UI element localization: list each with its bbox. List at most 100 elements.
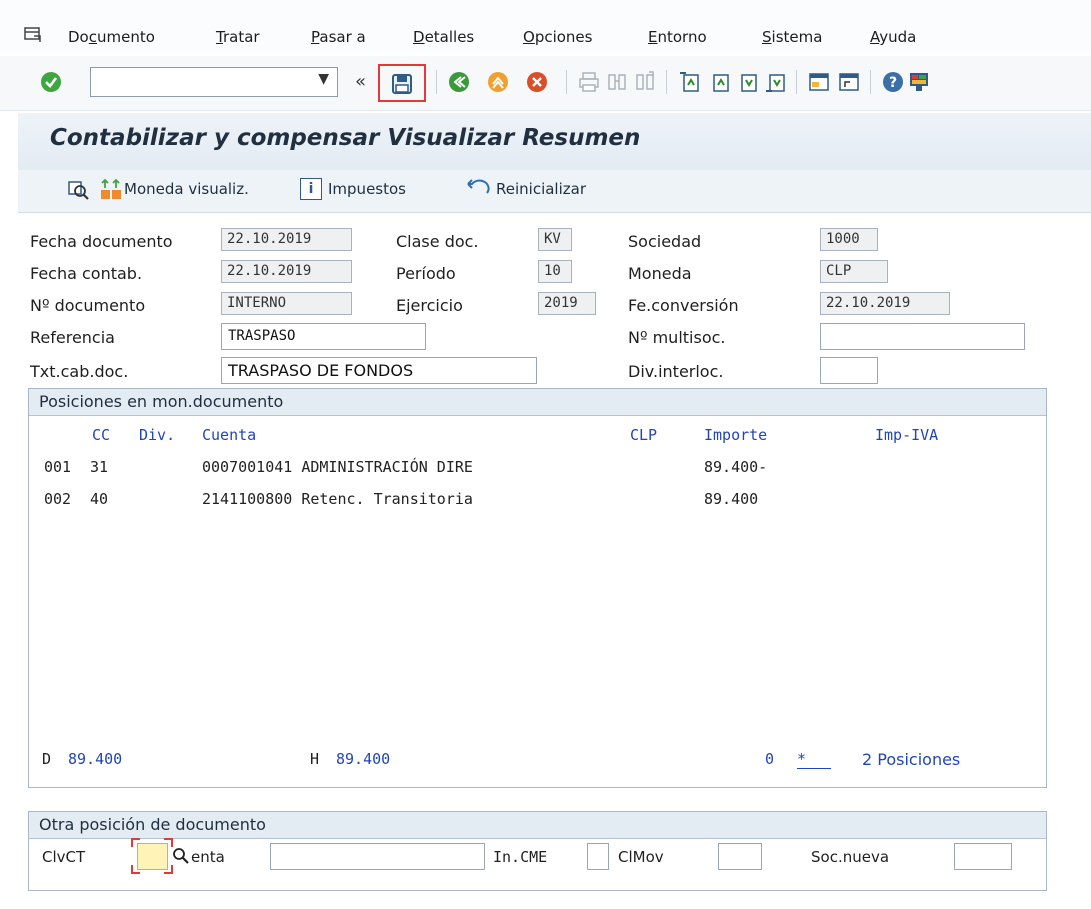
sociedad-label: Sociedad <box>628 232 702 251</box>
clase-doc-field[interactable]: KV <box>538 228 572 251</box>
row-position: 002 <box>44 490 72 508</box>
column-header-div[interactable]: Div. <box>139 426 175 444</box>
display-details-icon[interactable] <box>68 180 90 200</box>
txt-cab-doc-label: Txt.cab.doc. <box>30 362 129 381</box>
history-back-button[interactable]: « <box>355 71 366 92</box>
reset-label: Reinicializar <box>496 180 586 198</box>
clvct-field[interactable] <box>137 843 168 870</box>
cuenta-field[interactable] <box>270 843 485 870</box>
title-bar: Contabilizar y compensar Visualizar Resu… <box>18 113 1091 170</box>
column-header-clp[interactable]: CLP <box>630 426 657 444</box>
sociedad-field[interactable]: 1000 <box>820 228 878 251</box>
clase-doc-label: Clase doc. <box>396 232 479 251</box>
moneda-field[interactable]: CLP <box>820 260 888 283</box>
row-cuenta: 2141100800 Retenc. Transitoria <box>202 490 473 508</box>
column-header-importe[interactable]: Importe <box>704 426 767 444</box>
column-header-imp-iva[interactable]: Imp-IVA <box>875 426 938 444</box>
row-importe: 89.400 <box>704 490 759 508</box>
row-cc: 40 <box>90 490 109 508</box>
enter-check-icon[interactable] <box>40 71 62 93</box>
first-page-icon[interactable] <box>678 71 700 93</box>
column-header-cc[interactable]: CC <box>92 426 110 444</box>
clmov-field[interactable] <box>718 843 762 870</box>
fe-conversion-field[interactable]: 22.10.2019 <box>820 292 950 315</box>
reset-arrow-icon <box>467 179 490 194</box>
txt-cab-doc-field[interactable]: TRASPASO DE FONDOS <box>221 357 537 384</box>
menu-pasar-a[interactable]: Pasar a <box>311 28 366 46</box>
toolbar-separator <box>870 70 871 94</box>
previous-page-icon[interactable] <box>708 71 730 93</box>
balance-value: 0 <box>765 750 775 768</box>
moneda-label: Moneda <box>628 264 692 283</box>
cancel-red-icon[interactable] <box>526 71 548 93</box>
command-field[interactable]: ▼ <box>90 67 338 97</box>
credit-total-value: 89.400 <box>336 750 391 768</box>
taxes-label: Impuestos <box>328 180 406 198</box>
fe-conversion-label: Fe.conversión <box>628 296 739 315</box>
menu-opciones[interactable]: Opciones <box>523 28 592 46</box>
last-page-icon[interactable] <box>764 71 786 93</box>
menu-tratar[interactable]: Tratar <box>216 28 260 46</box>
dropdown-arrow-icon[interactable]: ▼ <box>318 71 329 87</box>
toolbar-separator <box>436 70 437 94</box>
positions-group: Posiciones en mon.documento <box>28 388 1047 788</box>
positions-count: 2 Posiciones <box>862 750 961 769</box>
no-multisoc-label: Nº multisoc. <box>628 328 726 347</box>
toolbar-separator <box>566 70 567 94</box>
menu-detalles[interactable]: Detalles <box>413 28 474 46</box>
other-position-group-title: Otra posición de documento <box>39 815 266 834</box>
cuenta-label: enta <box>191 848 225 866</box>
in-cme-field[interactable] <box>587 843 609 870</box>
soc-nueva-field[interactable] <box>954 843 1012 870</box>
table-row[interactable]: 002 40 2141100800 Retenc. Transitoria 89… <box>44 488 974 512</box>
page-title: Contabilizar y compensar Visualizar Resu… <box>50 125 641 151</box>
new-session-icon[interactable] <box>808 71 830 93</box>
fecha-documento-label: Fecha documento <box>30 232 173 251</box>
referencia-field[interactable]: TRASPASO <box>221 323 426 350</box>
no-documento-label: Nº documento <box>30 296 146 315</box>
menu-entorno[interactable]: Entorno <box>648 28 707 46</box>
table-row[interactable]: 001 31 0007001041 ADMINISTRACIÓN DIRE 89… <box>44 456 974 480</box>
system-menu-icon[interactable] <box>24 27 42 43</box>
row-position: 001 <box>44 458 72 476</box>
fecha-contab-label: Fecha contab. <box>30 264 143 283</box>
next-page-icon[interactable] <box>736 71 758 93</box>
div-interloc-label: Div.interloc. <box>628 362 724 381</box>
info-icon: i <box>300 178 322 200</box>
menu-ayuda[interactable]: Ayuda <box>870 28 916 46</box>
currency-icon <box>101 179 121 199</box>
fecha-contab-field[interactable]: 22.10.2019 <box>221 260 352 283</box>
find-next-icon[interactable] <box>634 71 656 93</box>
exit-orange-icon[interactable] <box>487 71 509 93</box>
back-green-icon[interactable] <box>448 71 470 93</box>
application-toolbar: Moneda visualiz. i Impuestos Reinicializ… <box>18 170 1091 213</box>
positions-group-title: Posiciones en mon.documento <box>39 392 284 411</box>
standard-toolbar: ▼ « ? <box>0 56 1091 111</box>
menu-documento[interactable]: Documento <box>68 28 155 46</box>
currency-display-label: Moneda visualiz. <box>124 180 249 198</box>
periodo-label: Período <box>396 264 456 283</box>
column-header-cuenta[interactable]: Cuenta <box>202 426 256 444</box>
search-help-icon[interactable] <box>172 847 190 865</box>
shortcut-icon[interactable] <box>838 71 860 93</box>
positions-group-header: Posiciones en mon.documento <box>29 389 1046 416</box>
div-interloc-field[interactable] <box>820 357 878 384</box>
save-button[interactable] <box>378 64 426 102</box>
no-multisoc-field[interactable] <box>820 323 1025 350</box>
help-icon[interactable]: ? <box>882 71 904 93</box>
print-icon[interactable] <box>578 71 600 93</box>
row-cuenta: 0007001041 ADMINISTRACIÓN DIRE <box>202 458 473 476</box>
balance-marker: * <box>797 750 831 769</box>
fecha-documento-field[interactable]: 22.10.2019 <box>221 228 352 251</box>
svg-text:?: ? <box>889 75 897 91</box>
debit-total-value: 89.400 <box>68 750 123 768</box>
periodo-field[interactable]: 10 <box>538 260 572 283</box>
other-position-group-header: Otra posición de documento <box>29 812 1046 839</box>
find-icon[interactable] <box>606 71 628 93</box>
ejercicio-field[interactable]: 2019 <box>538 292 596 315</box>
menu-sistema[interactable]: Sistema <box>762 28 822 46</box>
menu-bar: Documento Tratar Pasar a Detalles Opcion… <box>0 0 1091 52</box>
ejercicio-label: Ejercicio <box>396 296 463 315</box>
no-documento-field[interactable]: INTERNO <box>221 292 352 315</box>
customize-layout-icon[interactable] <box>908 71 930 93</box>
